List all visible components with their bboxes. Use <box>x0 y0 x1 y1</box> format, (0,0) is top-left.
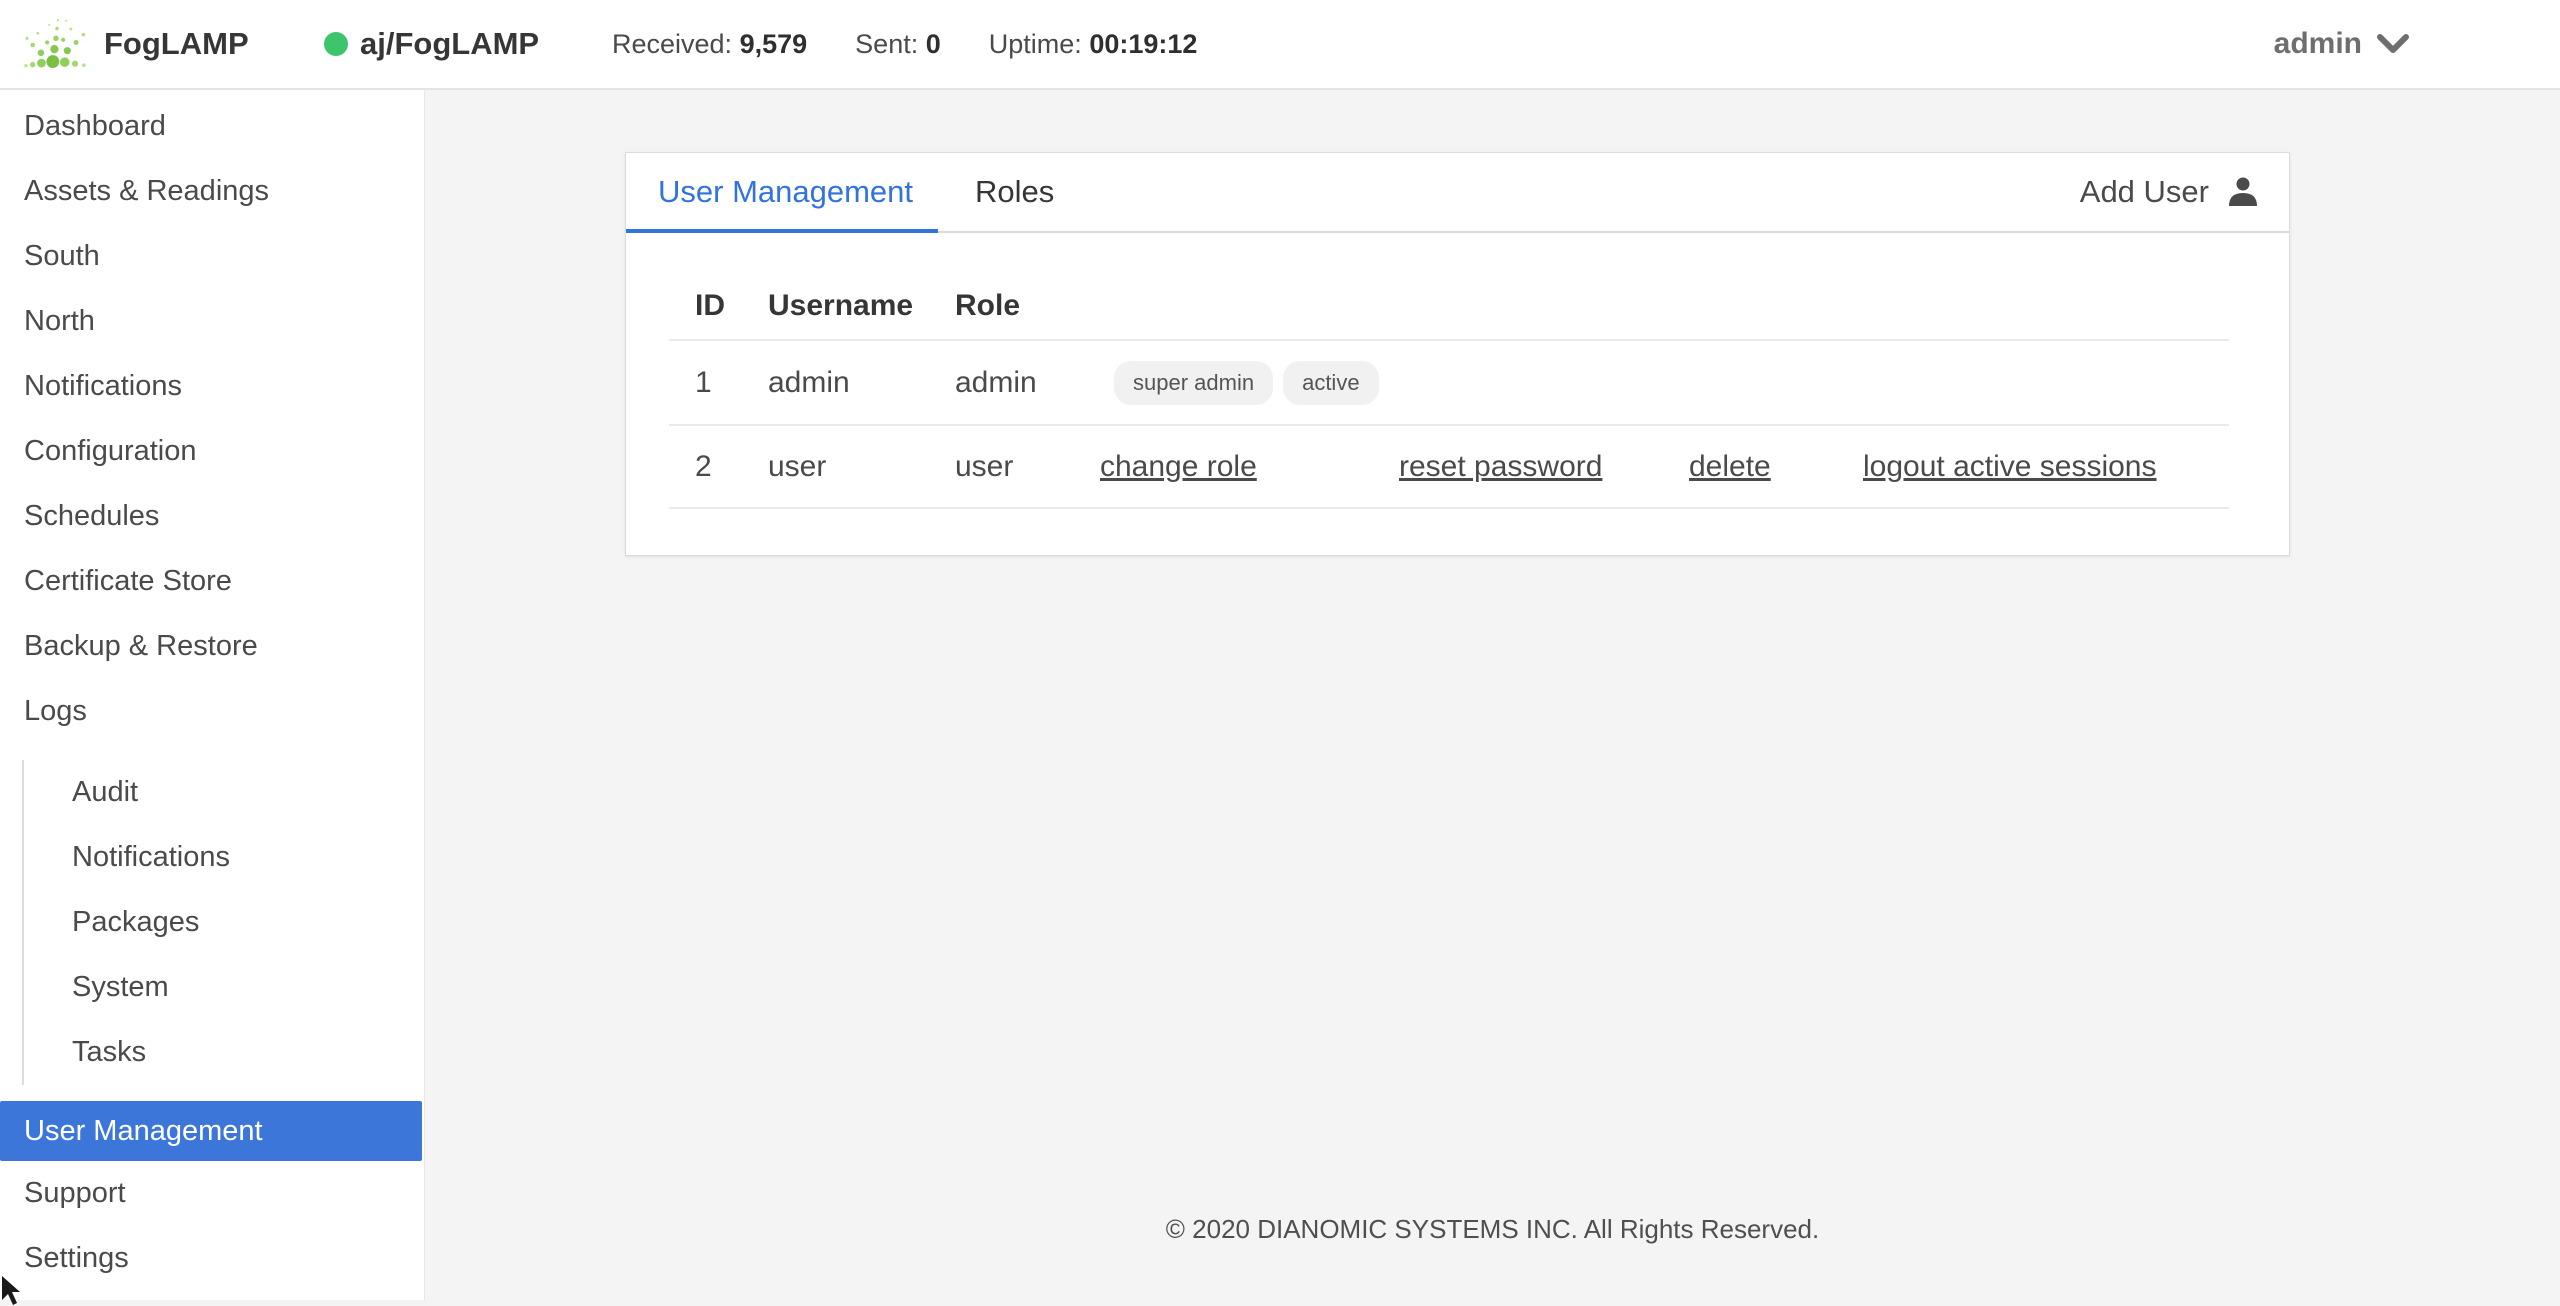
brand-name: FogLAMP <box>104 26 249 61</box>
sidebar-bottom-nav: User Management Support Settings <box>0 1101 424 1291</box>
badge-super-admin: super admin <box>1114 360 1274 405</box>
cell-id: 1 <box>695 365 712 399</box>
action-link-change-role[interactable]: change role <box>1100 450 1257 483</box>
footer-copyright: © 2020 DIANOMIC SYSTEMS INC. All Rights … <box>1165 1214 1820 1244</box>
row-actions: change role reset password delete logout ac… <box>1100 450 2229 484</box>
chevron-down-icon <box>2377 34 2409 53</box>
tab-user-management[interactable]: User Management <box>658 174 913 210</box>
status-green-dot-icon <box>324 32 348 56</box>
sidebar: Dashboard Assets & Readings South North Noti… <box>0 90 425 1300</box>
add-user-person-icon <box>2229 177 2257 206</box>
table-row: 2 user user change role reset password del… <box>669 424 2229 509</box>
add-user-label: Add User <box>2079 174 2209 209</box>
sidebar-item-north[interactable]: North <box>0 289 424 354</box>
stat-uptime: Uptime: 00:19:12 <box>988 28 1198 59</box>
sidebar-item-backup-restore[interactable]: Backup & Restore <box>0 614 424 679</box>
col-header-username: Username <box>768 289 914 322</box>
sidebar-item-logs-packages[interactable]: Packages <box>24 890 424 955</box>
col-header-id: ID <box>695 289 725 322</box>
mouse-cursor-icon <box>2 1276 20 1305</box>
sidebar-item-support[interactable]: Support <box>0 1161 424 1226</box>
sidebar-item-logs-system[interactable]: System <box>24 955 424 1020</box>
sidebar-item-assets-readings[interactable]: Assets & Readings <box>0 159 424 224</box>
col-header-role: Role <box>955 289 1021 322</box>
stat-received: Received: 9,579 <box>612 28 808 59</box>
header-stats: Received: 9,579 Sent: 0 Uptime: 00:19:12 <box>612 29 1245 60</box>
sidebar-nav: Dashboard Assets & Readings South North Noti… <box>0 90 424 744</box>
sidebar-item-certificate-store[interactable]: Certificate Store <box>0 549 424 614</box>
foglamp-logo-icon <box>24 18 86 68</box>
cell-id: 2 <box>695 449 712 483</box>
sidebar-item-schedules[interactable]: Schedules <box>0 484 424 549</box>
sidebar-item-user-management[interactable]: User Management <box>0 1101 422 1161</box>
user-menu[interactable]: admin <box>2274 27 2410 61</box>
main-content: User Management Roles Add User ID Userna… <box>425 90 2560 1300</box>
sidebar-item-dashboard[interactable]: Dashboard <box>0 94 424 159</box>
sidebar-item-logs[interactable]: Logs <box>0 679 424 744</box>
sidebar-item-south[interactable]: South <box>0 224 424 289</box>
badge-group: super admin active <box>1114 360 1389 405</box>
stat-uptime-value: 00:19:12 <box>1089 28 1198 59</box>
instance-name: aj/FogLAMP <box>360 26 540 61</box>
stat-sent: Sent: 0 <box>855 28 941 59</box>
user-menu-label: admin <box>2273 27 2362 60</box>
sidebar-item-settings[interactable]: Settings <box>0 1226 424 1291</box>
active-tab-underline <box>626 229 938 233</box>
service-status[interactable]: aj/FogLAMP <box>324 26 584 62</box>
sidebar-item-configuration[interactable]: Configuration <box>0 419 424 484</box>
tab-roles[interactable]: Roles <box>975 174 1054 210</box>
cell-role: admin <box>955 365 1037 399</box>
stat-sent-value: 0 <box>925 28 941 59</box>
users-table: ID Username Role 1 admin admin super adm… <box>669 273 2229 509</box>
card-header: User Management Roles Add User <box>626 153 2289 233</box>
tab-bar: User Management Roles <box>626 174 1116 210</box>
sidebar-item-logs-tasks[interactable]: Tasks <box>24 1020 424 1085</box>
top-header: FogLAMP aj/FogLAMP Received: 9,579 Sent:… <box>0 0 2560 90</box>
add-user-button[interactable]: Add User <box>2080 174 2261 210</box>
user-management-card: User Management Roles Add User ID Userna… <box>625 152 2290 556</box>
sidebar-item-logs-notifications[interactable]: Notifications <box>24 825 424 890</box>
table-header-row: ID Username Role <box>669 273 2229 339</box>
badge-active: active <box>1283 360 1379 405</box>
action-link-logout-active-sessions[interactable]: logout active sessions <box>1863 450 2157 483</box>
sidebar-item-notifications[interactable]: Notifications <box>0 354 424 419</box>
table-row: 1 admin admin super admin active <box>669 339 2229 424</box>
cell-username: user <box>768 449 827 483</box>
cell-username: admin <box>768 365 850 399</box>
action-link-reset-password[interactable]: reset password <box>1399 450 1602 483</box>
cell-role: user <box>955 449 1014 483</box>
sidebar-item-logs-audit[interactable]: Audit <box>24 760 424 825</box>
stat-received-value: 9,579 <box>739 28 808 59</box>
brand[interactable]: FogLAMP <box>20 13 300 75</box>
action-link-delete[interactable]: delete <box>1689 450 1771 483</box>
sidebar-logs-subnav: Audit Notifications Packages System Tasks <box>22 760 424 1085</box>
